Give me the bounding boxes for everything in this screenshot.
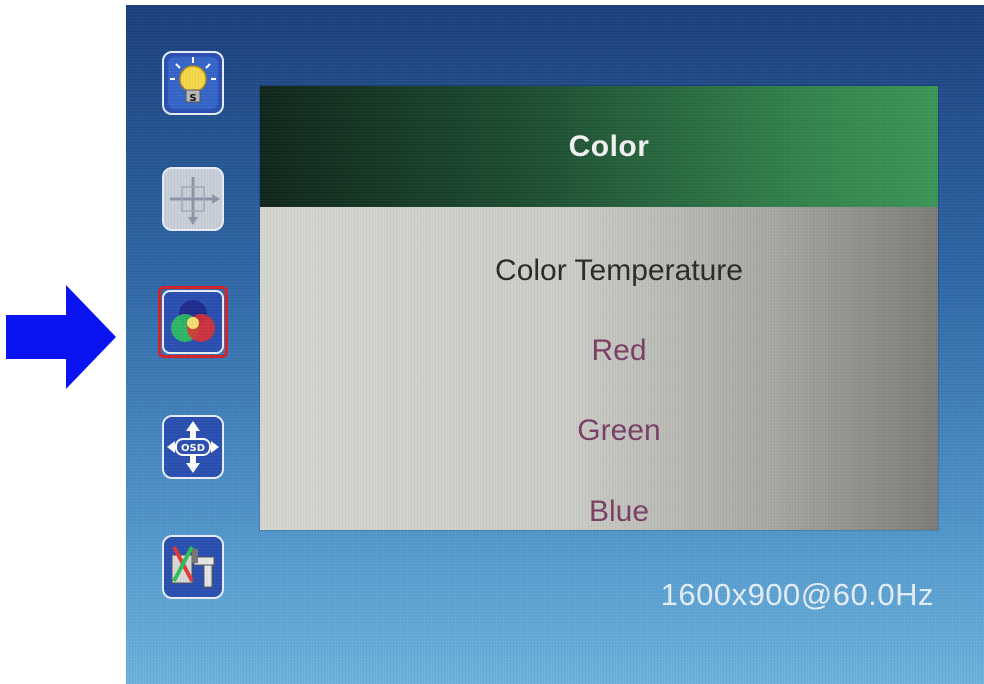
resolution-status: 1600x900@60.0Hz bbox=[660, 577, 934, 612]
menu-item-green[interactable]: Green bbox=[280, 411, 958, 451]
menu-item-red[interactable]: Red bbox=[280, 331, 958, 371]
svg-text:S: S bbox=[189, 93, 196, 104]
sidebar-item-position[interactable] bbox=[162, 167, 224, 231]
color-menu-panel: Color Color Temperature Red Green Blue bbox=[260, 86, 938, 530]
menu-item-color-temperature[interactable]: Color Temperature bbox=[280, 251, 958, 291]
menu-body: Color Temperature Red Green Blue bbox=[260, 207, 938, 530]
color-circles-icon bbox=[162, 290, 224, 354]
menu-header: Color bbox=[260, 86, 938, 207]
position-cross-icon bbox=[162, 167, 224, 231]
osd-screen: S OSD Color Color Temperature Red Green … bbox=[126, 5, 984, 684]
menu-title: Color bbox=[568, 129, 650, 163]
right-arrow-icon bbox=[6, 285, 116, 389]
brightness-bulb-icon: S bbox=[162, 51, 224, 115]
setup-tools-icon bbox=[162, 535, 224, 599]
menu-item-blue[interactable]: Blue bbox=[280, 492, 958, 532]
svg-text:OSD: OSD bbox=[181, 443, 205, 454]
osd-arrows-icon: OSD bbox=[162, 415, 224, 479]
sidebar-item-osd[interactable]: OSD bbox=[162, 415, 224, 479]
page: S OSD Color Color Temperature Red Green … bbox=[0, 0, 984, 684]
sidebar-item-setup[interactable] bbox=[162, 535, 224, 599]
sidebar-item-color[interactable] bbox=[158, 286, 228, 358]
sidebar-item-brightness[interactable]: S bbox=[162, 51, 224, 115]
